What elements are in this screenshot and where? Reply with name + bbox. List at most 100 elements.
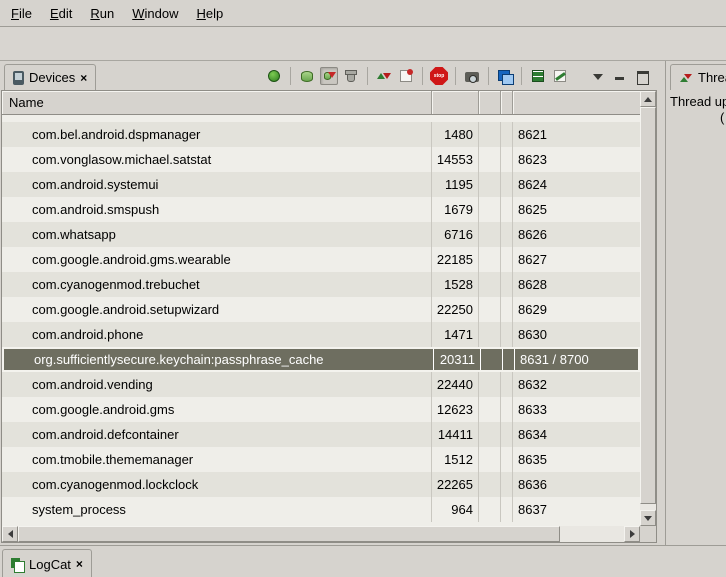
systrace-icon[interactable] [551, 67, 569, 85]
process-port-cell: 8637 [513, 497, 640, 522]
process-pid-cell: 20311 [434, 349, 481, 370]
menu-help[interactable]: Help [187, 3, 232, 24]
process-name-cell: com.cyanogenmod.lockclock [2, 472, 432, 497]
horizontal-scrollbar[interactable] [2, 526, 640, 542]
maximize-icon[interactable] [633, 67, 651, 85]
update-heap-icon[interactable] [298, 67, 316, 85]
capture-grid-icon[interactable] [529, 67, 547, 85]
update-threads-icon[interactable] [375, 67, 393, 85]
empty-cell [479, 497, 501, 522]
toolbar-separator [488, 67, 489, 85]
cause-gc-icon[interactable] [342, 67, 360, 85]
toolbar-separator [455, 67, 456, 85]
toolbar-separator [422, 67, 423, 85]
process-name-cell: com.tmobile.thememanager [2, 447, 432, 472]
empty-cell [501, 297, 513, 322]
process-name-cell: com.android.vending [2, 372, 432, 397]
menu-window[interactable]: Window [123, 3, 187, 24]
table-row[interactable]: com.android.phone 1471 8630 [2, 322, 640, 347]
table-row[interactable]: system_process 964 8637 [2, 497, 640, 522]
menu-run[interactable]: Run [81, 3, 123, 24]
column-header-blank[interactable] [501, 91, 513, 114]
empty-cell [501, 197, 513, 222]
tab-threads[interactable]: Threads [670, 64, 726, 90]
close-icon[interactable]: × [80, 72, 87, 84]
screen-capture-icon[interactable] [463, 67, 481, 85]
table-row[interactable]: com.tmobile.thememanager 1512 8635 [2, 447, 640, 472]
process-name-cell: com.google.android.setupwizard [2, 297, 432, 322]
table-row[interactable]: com.whatsapp 6716 8626 [2, 222, 640, 247]
empty-cell [501, 447, 513, 472]
process-name-cell: com.android.systemui [2, 172, 432, 197]
horizontal-scrollbar-thumb[interactable] [18, 526, 560, 542]
table-row[interactable]: com.android.smspush 1679 8625 [2, 197, 640, 222]
process-pid-cell: 22185 [432, 247, 479, 272]
scroll-down-button[interactable] [640, 510, 656, 526]
empty-cell [479, 222, 501, 247]
dump-hprof-icon[interactable] [320, 67, 338, 85]
table-row[interactable]: org.sufficientlysecure.keychain:passphra… [2, 347, 640, 372]
table-row[interactable]: com.android.systemui 1195 8624 [2, 172, 640, 197]
empty-cell [501, 422, 513, 447]
vertical-scrollbar[interactable] [640, 91, 656, 526]
close-icon[interactable]: × [76, 558, 83, 570]
tab-logcat[interactable]: LogCat × [2, 549, 92, 577]
vertical-scrollbar-thumb[interactable] [640, 107, 656, 504]
empty-cell [501, 122, 513, 147]
table-row[interactable]: com.google.android.gms 12623 8633 [2, 397, 640, 422]
empty-cell [501, 222, 513, 247]
column-header-pid[interactable] [432, 91, 479, 114]
tab-logcat-label: LogCat [29, 557, 71, 572]
column-header-blank[interactable] [479, 91, 501, 114]
table-row[interactable]: com.bel.android.dspmanager 1480 8621 [2, 122, 640, 147]
main-toolbar [0, 27, 726, 61]
view-menu-icon[interactable] [589, 67, 607, 85]
empty-cell [479, 422, 501, 447]
start-method-profiling-icon[interactable] [397, 67, 415, 85]
column-header-port[interactable] [513, 91, 640, 114]
empty-cell [479, 397, 501, 422]
process-port-cell: 8629 [513, 297, 640, 322]
devices-toolbar: stop [265, 67, 659, 90]
bottom-bar: LogCat × [0, 545, 726, 577]
process-pid-cell: 22250 [432, 297, 479, 322]
stop-process-icon[interactable]: stop [430, 67, 448, 85]
debug-process-icon[interactable] [265, 67, 283, 85]
stop-icon-label: stop [434, 73, 445, 79]
logcat-icon [11, 558, 24, 571]
partial-row [2, 115, 640, 122]
scrollbar-corner [640, 526, 656, 542]
toolbar-separator [521, 67, 522, 85]
table-header: Name [2, 91, 640, 115]
table-row[interactable]: com.android.vending 22440 8632 [2, 372, 640, 397]
process-port-cell: 8634 [513, 422, 640, 447]
arrow-right-icon [630, 530, 639, 538]
empty-cell [479, 272, 501, 297]
menu-file[interactable]: File [2, 3, 41, 24]
process-pid-cell: 22440 [432, 372, 479, 397]
menu-edit[interactable]: Edit [41, 3, 81, 24]
table-row[interactable]: com.vonglasow.michael.satstat 14553 8623 [2, 147, 640, 172]
scroll-right-button[interactable] [624, 526, 640, 542]
minimize-icon[interactable] [611, 67, 629, 85]
process-port-cell: 8631 / 8700 [515, 349, 638, 370]
empty-cell [479, 147, 501, 172]
empty-cell [481, 349, 503, 370]
table-row[interactable]: com.android.defcontainer 14411 8634 [2, 422, 640, 447]
table-row[interactable]: com.cyanogenmod.trebuchet 1528 8628 [2, 272, 640, 297]
scroll-left-button[interactable] [2, 526, 18, 542]
scroll-up-button[interactable] [640, 91, 656, 107]
hierarchy-view-icon[interactable] [496, 67, 514, 85]
empty-cell [501, 372, 513, 397]
process-name-cell: com.google.android.gms [2, 397, 432, 422]
table-row[interactable]: com.google.android.setupwizard 22250 862… [2, 297, 640, 322]
empty-cell [479, 172, 501, 197]
process-port-cell: 8626 [513, 222, 640, 247]
threads-message-line1: Thread up [666, 94, 726, 110]
empty-cell [479, 247, 501, 272]
column-header-name[interactable]: Name [2, 91, 432, 114]
tab-devices[interactable]: Devices × [4, 64, 96, 90]
arrow-down-icon [644, 516, 652, 525]
table-row[interactable]: com.cyanogenmod.lockclock 22265 8636 [2, 472, 640, 497]
table-row[interactable]: com.google.android.gms.wearable 22185 86… [2, 247, 640, 272]
